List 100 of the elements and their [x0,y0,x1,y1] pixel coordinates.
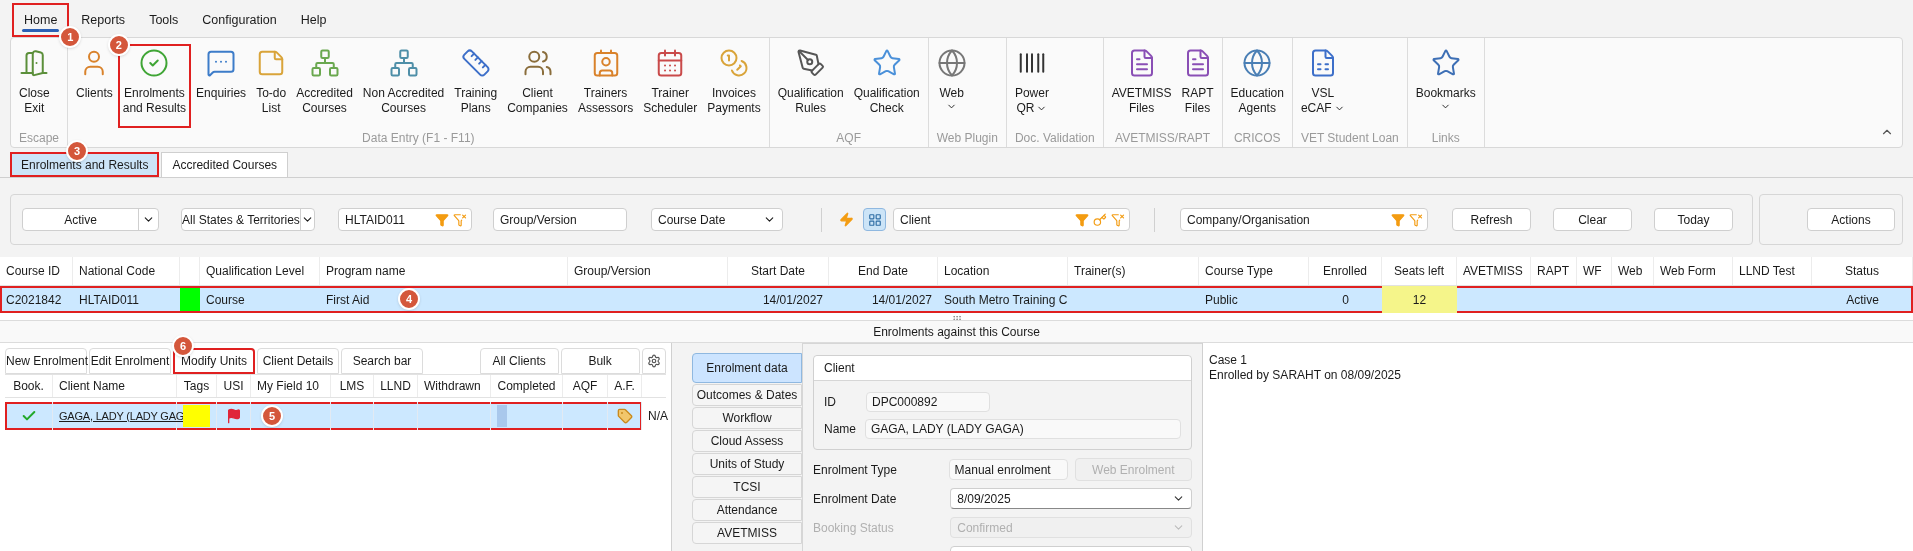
filter-button[interactable]: Refresh [1452,208,1531,231]
column-header[interactable]: RAPT [1537,262,1569,280]
actions-button[interactable]: Actions [1807,208,1895,231]
column-header[interactable]: A.F. [614,377,635,395]
table-cell-text: C2021842 [6,291,62,309]
splitter-grip-icon[interactable] [951,313,962,323]
column-header[interactable]: End Date [857,262,908,280]
ribbon-button[interactable]: Non Accredited Courses [357,44,450,128]
column-header[interactable]: LLND [380,377,411,395]
ribbon-button[interactable]: Trainers Assessors [572,44,639,128]
input-field[interactable]: Group/Version [493,208,627,231]
toolbar-button[interactable]: Search bar [341,348,423,374]
side-tab[interactable]: TCSI [692,476,802,498]
search-field[interactable]: Company/Organisation [1187,210,1387,229]
ribbon-button[interactable]: VSL eCAF [1295,44,1350,128]
search-box[interactable]: Company/Organisation [1180,208,1428,231]
filter-button[interactable]: Clear [1553,208,1632,231]
tab[interactable]: Accredited Courses [161,152,289,177]
input-field[interactable]: Manual enrolment [948,459,1068,480]
column-header[interactable]: National Code [79,262,156,280]
column-header[interactable]: LMS [339,377,365,395]
search-box[interactable]: Client [893,208,1130,231]
ribbon-button[interactable]: Trainer Scheduler [638,44,703,128]
column-header[interactable]: Seats left [1394,262,1444,280]
ribbon-button[interactable]: Web [931,44,972,128]
dropdown[interactable]: Course Date [651,208,783,231]
column-header[interactable]: Qualification Level [206,262,305,280]
column-header[interactable]: Client Name [59,377,126,395]
side-tab[interactable]: Attendance [692,499,802,521]
column-header[interactable]: Web [1618,262,1643,280]
side-tab[interactable]: Enrolment data [692,353,802,383]
column-header[interactable]: Group/Version [574,262,651,280]
column-header[interactable]: Enrolled [1323,262,1367,280]
clear-filter-icon[interactable] [1111,212,1125,227]
ribbon-button[interactable]: Accredited Courses [291,44,358,128]
client-name-link[interactable]: GAGA, LADY (LADY GAG [59,407,185,425]
key-icon[interactable] [1093,212,1107,227]
column-header[interactable]: LLND Test [1739,262,1795,280]
column-header[interactable]: My Field 10 [257,377,320,395]
ribbon-button[interactable]: Client Companies [502,44,573,128]
lightning-icon[interactable] [839,212,854,227]
column-header[interactable]: Course Type [1205,262,1273,280]
column-header[interactable]: WF [1583,262,1602,280]
column-header[interactable]: Start Date [751,262,805,280]
grid-filter-button[interactable] [863,208,886,231]
ribbon-button[interactable]: Invoices Payments [702,44,766,128]
ribbon-button[interactable]: Training Plans [449,44,503,128]
column-header[interactable]: Course ID [6,262,61,280]
column-header[interactable]: Completed [497,377,556,395]
input-field[interactable]: DPC000892 [866,392,990,412]
search-field[interactable]: Client [900,210,1071,229]
column-header[interactable]: Web Form [1660,262,1716,280]
column-header[interactable]: Location [944,262,990,280]
column-header[interactable]: Program name [326,262,406,280]
ribbon-button[interactable]: RAPT Files [1176,44,1219,128]
column-header[interactable]: USI [223,377,244,395]
menu-tab[interactable]: Tools [137,3,191,37]
column-header[interactable]: Trainer(s) [1074,262,1126,280]
column-header[interactable]: Withdrawn [424,377,481,395]
toolbar-button[interactable]: New Enrolment [5,348,87,374]
column-header[interactable]: AVETMISS [1463,262,1523,280]
column-header[interactable]: Tags [183,377,210,395]
settings-button[interactable] [641,348,666,374]
ribbon-button[interactable]: Bookmarks [1410,44,1481,128]
ribbon-button[interactable]: Qualification Rules [772,44,849,128]
menu-tab[interactable]: Configuration [190,3,289,37]
toolbar-button[interactable]: Edit Enrolment [89,348,171,374]
menu-tab[interactable]: Help [288,3,339,37]
search-box[interactable]: HLTAID011 [338,208,472,231]
ribbon-button[interactable]: AVETMISS Files [1106,44,1177,128]
toolbar-button[interactable]: Client Details [257,348,339,374]
table-row[interactable]: C2021842 HLTAID011 Course First Aid 4 14/01/2027 14/01/2027 South Metro Training C Public 0 12 Active [0,286,1913,313]
side-tab[interactable]: Workflow [692,407,802,429]
filter-button[interactable]: Today [1654,208,1733,231]
ribbon-button[interactable]: To-do List [251,44,292,128]
dropdown[interactable]: All States & Territories [181,208,315,231]
side-tab[interactable]: Units of Study [692,453,802,475]
side-tab[interactable]: AVETMISS [692,522,802,544]
input-field[interactable]: GAGA, LADY (LADY GAGA) [864,419,1181,439]
ribbon-button[interactable]: Close Exit [14,44,55,128]
dropdown[interactable]: 8/09/2025 [950,488,1192,509]
search-field[interactable]: HLTAID011 [345,210,431,229]
clear-filter-icon[interactable] [1409,212,1423,227]
filter-icon[interactable] [1075,212,1089,227]
column-header[interactable]: Book. [13,377,44,395]
dropdown[interactable]: Active [22,208,159,231]
toolbar-button[interactable]: Bulk [560,348,640,374]
ribbon-button[interactable]: Qualification Check [848,44,925,128]
side-tab[interactable]: Outcomes & Dates [692,384,802,406]
filter-icon[interactable] [435,212,449,227]
ribbon-button[interactable]: Enquiries [191,44,252,128]
ribbon-button[interactable]: Education Agents [1225,44,1289,128]
clear-filter-icon[interactable] [453,212,467,227]
filter-icon[interactable] [1391,212,1405,227]
table-row[interactable]: GAGA, LADY (LADY GAG 5 [5,402,642,430]
column-header[interactable]: AQF [572,377,598,395]
ribbon-button[interactable]: Power QR [1009,44,1054,128]
toolbar-button[interactable]: All Clients [479,348,559,374]
column-header[interactable]: Status [1845,262,1879,280]
side-tab[interactable]: Cloud Assess [692,430,802,452]
